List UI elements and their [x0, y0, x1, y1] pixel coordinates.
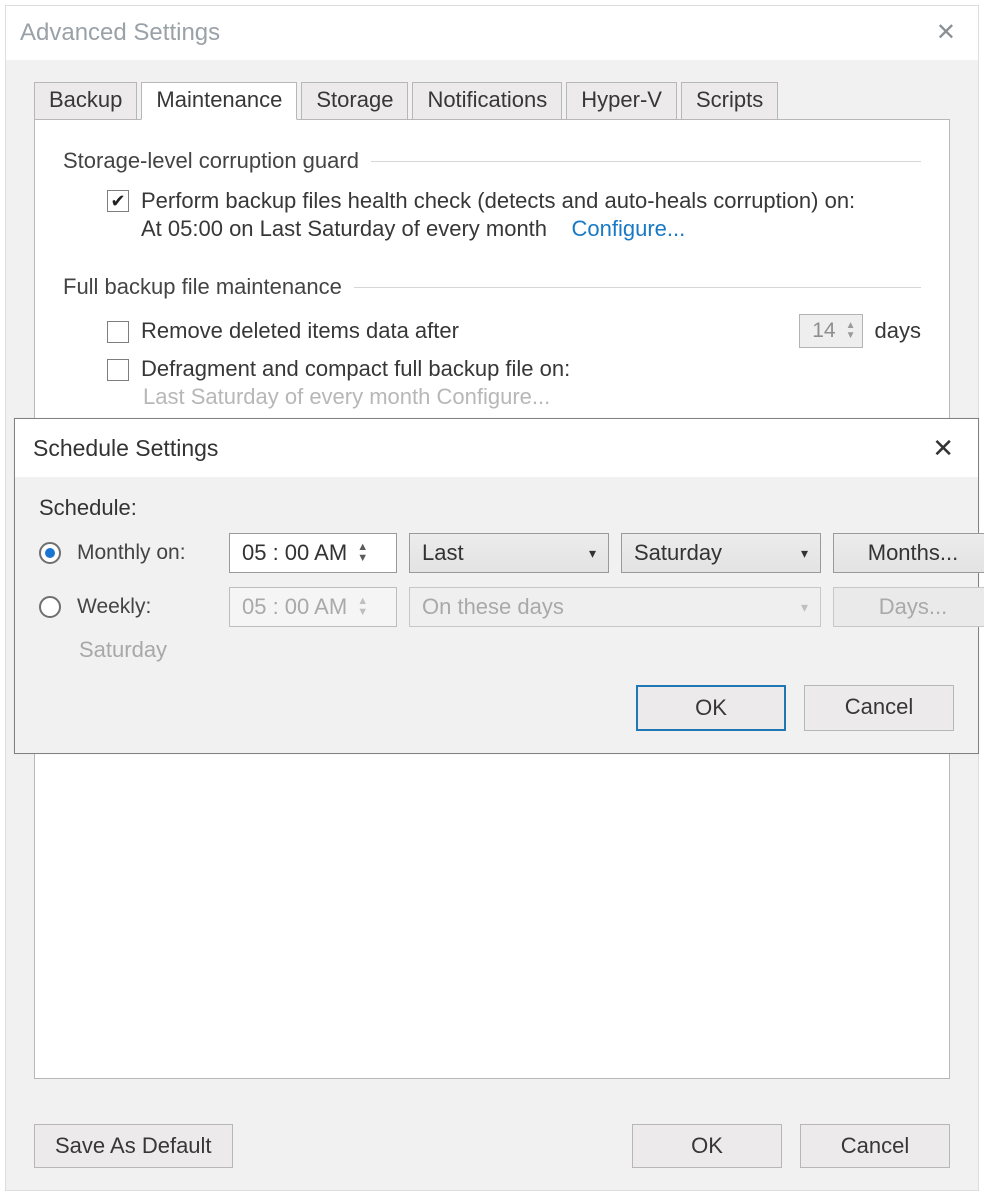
window-footer: Save As Default OK Cancel	[34, 1124, 950, 1168]
monthly-ordinal-value: Last	[422, 540, 464, 566]
weekly-radio[interactable]	[39, 596, 61, 618]
tab-storage[interactable]: Storage	[301, 82, 408, 120]
weekly-days-placeholder: On these days	[422, 594, 564, 620]
dialog-body: Schedule: Monthly on: 05 : 00 AM ▲▼ Last…	[15, 477, 978, 753]
health-check-schedule-text: At 05:00 on Last Saturday of every month	[141, 216, 547, 241]
monthly-time-input[interactable]: 05 : 00 AM ▲▼	[229, 533, 397, 573]
remove-days-suffix: days	[875, 318, 921, 344]
dialog-cancel-button[interactable]: Cancel	[804, 685, 954, 731]
group-full-backup-maintenance: Full backup file maintenance	[63, 274, 921, 300]
dialog-title: Schedule Settings	[33, 435, 218, 462]
remove-deleted-checkbox[interactable]	[107, 321, 129, 343]
days-button: Days...	[833, 587, 984, 627]
remove-days-stepper[interactable]: 14 ▲▼	[799, 314, 862, 348]
window-titlebar: Advanced Settings ✕	[6, 6, 978, 60]
schedule-settings-dialog: Schedule Settings ✕ Schedule: Monthly on…	[14, 418, 979, 754]
defragment-checkbox[interactable]	[107, 359, 129, 381]
tab-maintenance[interactable]: Maintenance	[141, 82, 297, 120]
monthly-radio[interactable]	[39, 542, 61, 564]
weekly-days-select: On these days ▾	[409, 587, 821, 627]
defragment-schedule-ghost: Last Saturday of every month Configure..…	[143, 384, 921, 410]
monthly-day-select[interactable]: Saturday ▾	[621, 533, 821, 573]
weekly-row: Weekly: 05 : 00 AM ▲▼ On these days ▾ Da…	[39, 587, 954, 627]
schedule-heading: Schedule:	[39, 495, 954, 521]
weekly-days-hint: Saturday	[79, 637, 954, 663]
dialog-titlebar: Schedule Settings ✕	[15, 419, 978, 477]
group-corruption-guard-label: Storage-level corruption guard	[63, 148, 359, 174]
remove-days-value: 14	[812, 319, 835, 343]
window-ok-button[interactable]: OK	[632, 1124, 782, 1168]
window-title: Advanced Settings	[20, 19, 220, 47]
dialog-close-button[interactable]: ✕	[926, 433, 960, 463]
tab-scripts[interactable]: Scripts	[681, 82, 778, 120]
defragment-label: Defragment and compact full backup file …	[141, 356, 570, 382]
monthly-day-value: Saturday	[634, 540, 722, 566]
health-check-checkbox[interactable]	[107, 190, 129, 212]
window-cancel-button[interactable]: Cancel	[800, 1124, 950, 1168]
weekly-time-value: 05 : 00 AM	[242, 594, 347, 620]
tab-notifications[interactable]: Notifications	[412, 82, 562, 120]
monthly-time-value: 05 : 00 AM	[242, 540, 347, 566]
monthly-row: Monthly on: 05 : 00 AM ▲▼ Last ▾ Saturda…	[39, 533, 954, 573]
weekly-label: Weekly:	[77, 595, 217, 619]
stepper-arrows-icon[interactable]: ▲▼	[846, 321, 856, 341]
health-check-configure-link[interactable]: Configure...	[572, 216, 686, 241]
dialog-footer: OK Cancel	[39, 685, 954, 731]
remove-deleted-label: Remove deleted items data after	[141, 318, 787, 344]
group-corruption-guard: Storage-level corruption guard	[63, 148, 921, 174]
health-check-label-line1: Perform backup files health check (detec…	[141, 188, 921, 214]
weekly-time-input: 05 : 00 AM ▲▼	[229, 587, 397, 627]
chevron-down-icon: ▾	[801, 545, 808, 562]
tab-backup[interactable]: Backup	[34, 82, 137, 120]
monthly-label: Monthly on:	[77, 541, 217, 565]
chevron-down-icon: ▾	[589, 545, 596, 562]
window-close-button[interactable]: ✕	[928, 17, 964, 49]
chevron-down-icon: ▾	[801, 599, 808, 616]
divider	[354, 287, 921, 288]
tabstrip: Backup Maintenance Storage Notifications…	[34, 82, 950, 120]
time-stepper-icon[interactable]: ▲▼	[357, 542, 368, 564]
group-full-backup-maintenance-label: Full backup file maintenance	[63, 274, 342, 300]
dialog-ok-button[interactable]: OK	[636, 685, 786, 731]
monthly-ordinal-select[interactable]: Last ▾	[409, 533, 609, 573]
save-as-default-button[interactable]: Save As Default	[34, 1124, 233, 1168]
time-stepper-icon: ▲▼	[357, 596, 368, 618]
tab-hyperv[interactable]: Hyper-V	[566, 82, 677, 120]
months-button[interactable]: Months...	[833, 533, 984, 573]
divider	[371, 161, 921, 162]
